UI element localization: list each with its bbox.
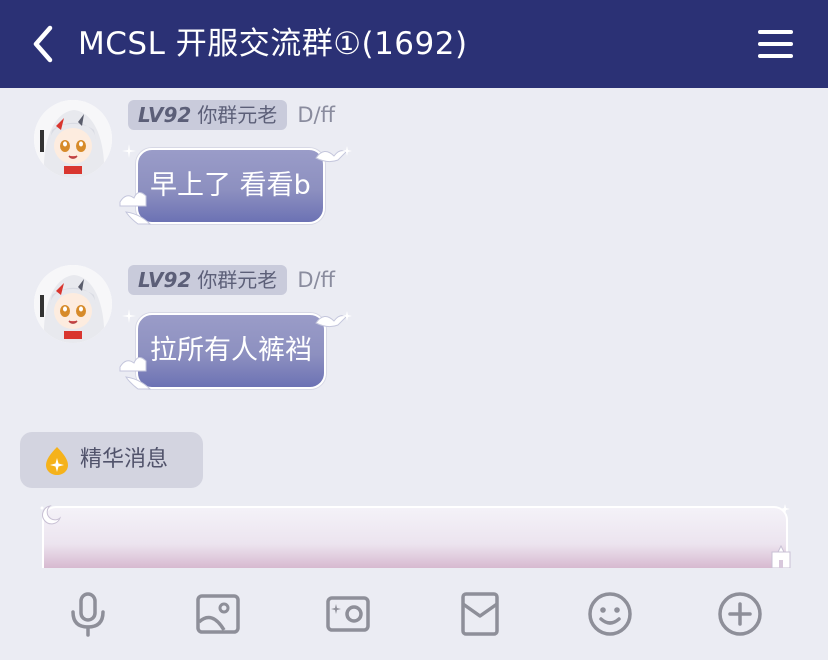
bird-decoration-icon (315, 311, 352, 328)
sender-name[interactable]: D/ff (297, 103, 335, 127)
emoji-button[interactable] (586, 590, 634, 638)
red-packet-icon (461, 592, 499, 636)
cloud-decoration-icon (119, 192, 152, 225)
voice-button[interactable] (64, 590, 112, 638)
avatar[interactable] (34, 100, 112, 178)
member-title: 你群元老 (197, 268, 278, 292)
level-label: LV92 (138, 268, 192, 292)
plus-icon (718, 592, 762, 636)
member-badge: LV92 你群元老 (128, 265, 288, 295)
message-bubble[interactable]: 早上了 看看b (136, 148, 325, 224)
message-row: LV92 你群元老 D/ff 早上了 看看b (0, 98, 828, 238)
microphone-icon (71, 592, 105, 637)
bird-decoration-icon (315, 146, 352, 163)
moon-decoration-icon (40, 505, 62, 525)
essence-label: 精华消息 (80, 447, 169, 472)
back-button[interactable] (28, 24, 60, 64)
message-input[interactable] (40, 504, 791, 568)
member-title: 你群元老 (197, 103, 278, 127)
camera-icon (326, 596, 370, 632)
chevron-left-icon (33, 25, 53, 63)
sparkle-decoration-icon (122, 309, 136, 323)
emoji-icon (588, 592, 632, 636)
image-icon (196, 594, 240, 634)
anime-avatar-image (34, 100, 112, 178)
menu-button[interactable] (758, 28, 794, 60)
image-button[interactable] (194, 590, 242, 638)
more-button[interactable] (716, 590, 764, 638)
hamburger-menu-icon (758, 30, 793, 34)
message-meta: LV92 你群元老 D/ff (128, 265, 335, 295)
anime-avatar-image (34, 265, 112, 343)
essence-messages-button[interactable]: 精华消息 (20, 432, 203, 488)
castle-decoration-icon (771, 544, 791, 568)
level-label: LV92 (138, 103, 192, 127)
chat-header: MCSL 开服交流群①(1692) (0, 0, 828, 88)
sparkle-decoration-icon (122, 144, 136, 158)
camera-button[interactable] (324, 590, 372, 638)
chat-title: MCSL 开服交流群①(1692) (78, 26, 468, 62)
message-bubble[interactable]: 拉所有人裤裆 (136, 313, 326, 389)
avatar[interactable] (34, 265, 112, 343)
sparkle-decoration-icon (780, 504, 790, 514)
cloud-decoration-icon (119, 357, 152, 390)
flame-sparkle-icon (46, 447, 68, 475)
red-packet-button[interactable] (456, 590, 504, 638)
message-meta: LV92 你群元老 D/ff (128, 100, 335, 130)
member-badge: LV92 你群元老 (128, 100, 288, 130)
message-row: LV92 你群元老 D/ff 拉所有人裤裆 (0, 263, 828, 403)
sender-name[interactable]: D/ff (297, 268, 335, 292)
